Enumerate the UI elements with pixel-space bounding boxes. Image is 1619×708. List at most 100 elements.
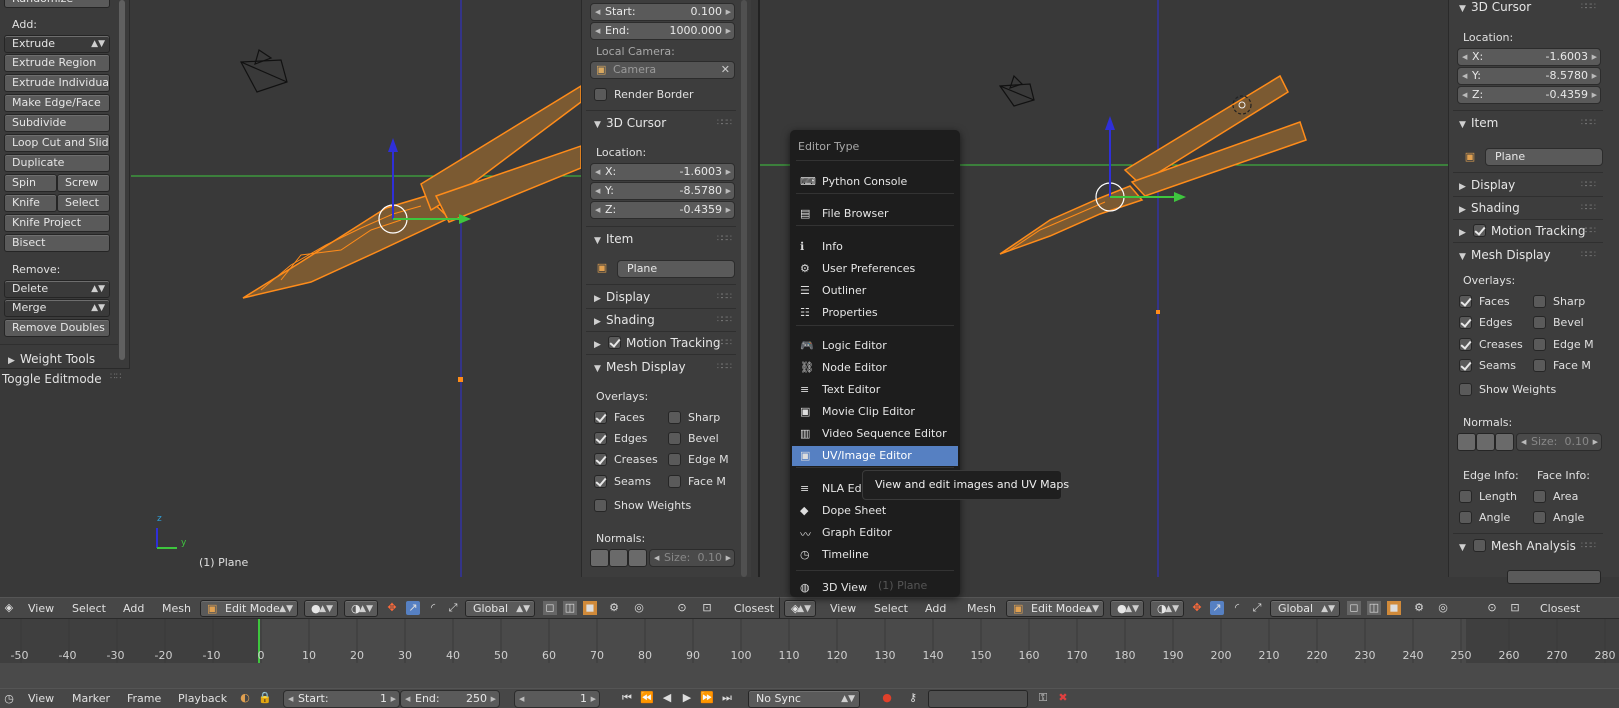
properties-scrollbar[interactable]	[741, 0, 747, 577]
make-edge-face-button[interactable]: Make Edge/Face	[4, 94, 110, 112]
sync-dropdown[interactable]: No Sync ▲▼	[748, 690, 860, 708]
loop-cut-slide-button[interactable]: Loop Cut and Slide	[4, 134, 110, 152]
gizmo-z-arrow-head[interactable]	[388, 138, 398, 152]
sharp-checkbox[interactable]	[1533, 295, 1546, 308]
timeline-menu-view[interactable]: View	[28, 692, 54, 705]
weight-tools-header[interactable]: ▶ Weight Tools	[8, 348, 118, 370]
menu-view[interactable]: View	[28, 602, 54, 615]
timeline-menu-frame[interactable]: Frame	[127, 692, 161, 705]
menu-add[interactable]: Add	[925, 602, 946, 615]
edge-marks-checkbox[interactable]	[1533, 338, 1546, 351]
duplicate-button[interactable]: Duplicate	[4, 154, 110, 172]
creases-checkbox[interactable]	[594, 453, 607, 466]
editor-type-button[interactable]: ◈ ▲▼	[784, 600, 816, 617]
proportional-editing-icon[interactable]: ◎	[632, 601, 646, 615]
pivot-dropdown[interactable]: ◑ ▲▼	[1150, 600, 1184, 617]
edge-angle-checkbox[interactable]	[1459, 511, 1472, 524]
menu-item-dope-sheet[interactable]: ◆ Dope Sheet	[792, 501, 958, 521]
translate-icon[interactable]: ↗	[1210, 601, 1224, 615]
analysis-type-dropdown[interactable]	[1507, 570, 1601, 584]
menu-item-info[interactable]: ℹ Info	[792, 237, 958, 257]
menu-add[interactable]: Add	[123, 602, 144, 615]
snap-target-label[interactable]: Closest	[1540, 602, 1580, 615]
manipulator-icon[interactable]: ✥	[385, 601, 399, 615]
timeline-menu-marker[interactable]: Marker	[72, 692, 110, 705]
jump-start-icon[interactable]: ⏮	[620, 691, 634, 705]
face-normals-button[interactable]	[1495, 433, 1514, 451]
jump-keyframe-back-icon[interactable]: ⏪	[640, 691, 654, 705]
item-name-field[interactable]: Plane	[1485, 148, 1603, 166]
knife-project-button[interactable]: Knife Project	[4, 214, 110, 232]
jump-end-icon[interactable]: ⏭	[720, 691, 734, 705]
show-weights-checkbox[interactable]	[1459, 383, 1472, 396]
loop-normals-button[interactable]	[1476, 433, 1495, 451]
delete-keyframe-icon[interactable]: ✖	[1056, 691, 1070, 705]
spin-button[interactable]: Spin	[4, 174, 57, 192]
close-icon[interactable]: ✕	[721, 62, 730, 78]
editor-type-icon[interactable]: ◈	[2, 601, 16, 615]
face-marks-checkbox[interactable]	[1533, 359, 1546, 372]
viewport-shading-dropdown[interactable]: ● ▲▼	[1110, 600, 1144, 617]
vertex-select-icon[interactable]: ◻	[543, 601, 557, 615]
face-angle-checkbox[interactable]	[1533, 511, 1546, 524]
shading-header[interactable]: ▶ Shading ∷∷∷	[1459, 197, 1601, 219]
vertex-normals-button[interactable]	[590, 549, 609, 567]
item-header[interactable]: ▼ Item ∷∷∷	[1459, 112, 1601, 134]
delete-dropdown[interactable]: Delete ▲▼	[4, 280, 110, 298]
edges-checkbox[interactable]	[594, 432, 607, 445]
motion-tracking-checkbox[interactable]	[1473, 224, 1486, 237]
face-marks-checkbox[interactable]	[668, 475, 681, 488]
mode-dropdown[interactable]: ▣ Edit Mode ▲▼	[1006, 600, 1104, 617]
scale-icon[interactable]: ⤢	[446, 601, 460, 615]
screw-button[interactable]: Screw	[57, 174, 110, 192]
tool-shelf-scrollbar[interactable]	[119, 0, 125, 360]
menu-mesh[interactable]: Mesh	[162, 602, 191, 615]
face-select-icon[interactable]: ◼	[1387, 601, 1401, 615]
bevel-checkbox[interactable]	[1533, 316, 1546, 329]
menu-item-node-editor[interactable]: ⛓ Node Editor	[792, 358, 958, 378]
edges-checkbox[interactable]	[1459, 316, 1472, 329]
keying-set-icon[interactable]: ⚷	[906, 691, 920, 705]
sharp-checkbox[interactable]	[668, 411, 681, 424]
viewport-left[interactable]: z y (1) Plane	[131, 0, 581, 577]
occlude-geometry-icon[interactable]: ⚙	[1412, 601, 1426, 615]
clip-end-field[interactable]: ◀ End: 1000.000 ▶	[590, 22, 735, 40]
timeline-menu-playback[interactable]: Playback	[178, 692, 227, 705]
mesh-display-header[interactable]: ▼ Mesh Display ∷∷∷	[594, 356, 737, 378]
cursor-y-field[interactable]: ◀ Y: -8.5780 ▶	[1457, 67, 1601, 85]
timeline-area[interactable]	[0, 618, 1619, 688]
cursor-y-field[interactable]: ◀ Y: -8.5780 ▶	[590, 182, 735, 200]
extrude-individual-button[interactable]: Extrude Individual	[4, 74, 110, 92]
toggle-editmode-label[interactable]: Toggle Editmode	[2, 372, 102, 386]
menu-view[interactable]: View	[830, 602, 856, 615]
loop-normals-button[interactable]	[609, 549, 628, 567]
edge-marks-checkbox[interactable]	[668, 453, 681, 466]
display-header[interactable]: ▶ Display ∷∷∷	[594, 286, 737, 308]
seams-checkbox[interactable]	[1459, 359, 1472, 372]
mesh-display-header[interactable]: ▼ Mesh Display ∷∷∷	[1459, 244, 1601, 266]
randomize-button[interactable]: Randomize	[4, 0, 110, 8]
faces-checkbox[interactable]	[594, 411, 607, 424]
mode-dropdown[interactable]: ▣ Edit Mode ▲▼	[200, 600, 298, 617]
item-header[interactable]: ▼ Item ∷∷∷	[594, 228, 737, 250]
translate-icon[interactable]: ↗	[406, 601, 420, 615]
snap-target-label[interactable]: Closest	[734, 602, 774, 615]
motion-tracking-checkbox[interactable]	[608, 336, 621, 349]
snap-icon[interactable]: ⊙	[675, 601, 689, 615]
menu-item-properties[interactable]: ☷ Properties	[792, 303, 958, 323]
normals-size-field[interactable]: ◀ Size: 0.10 ▶	[1516, 433, 1602, 451]
mesh-analysis-checkbox[interactable]	[1473, 539, 1486, 552]
cursor-x-field[interactable]: ◀ X: -1.6003 ▶	[1457, 48, 1601, 66]
timeline-editor-icon[interactable]: ◷	[2, 692, 16, 706]
snap-icon[interactable]: ⊙	[1485, 601, 1499, 615]
shading-header[interactable]: ▶ Shading ∷∷∷	[594, 309, 737, 331]
camera-field[interactable]: Camera ✕ ▣	[590, 61, 735, 79]
viewport-shading-dropdown[interactable]: ● ▲▼	[304, 600, 338, 617]
menu-select[interactable]: Select	[874, 602, 908, 615]
orientation-dropdown[interactable]: Global ▲▼	[465, 600, 535, 617]
menu-item-logic-editor[interactable]: 🎮 Logic Editor	[792, 336, 958, 356]
vertex-normals-button[interactable]	[1457, 433, 1476, 451]
menu-select[interactable]: Select	[72, 602, 106, 615]
menu-item-outliner[interactable]: ☰ Outliner	[792, 281, 958, 301]
display-header[interactable]: ▶ Display ∷∷∷	[1459, 174, 1601, 196]
